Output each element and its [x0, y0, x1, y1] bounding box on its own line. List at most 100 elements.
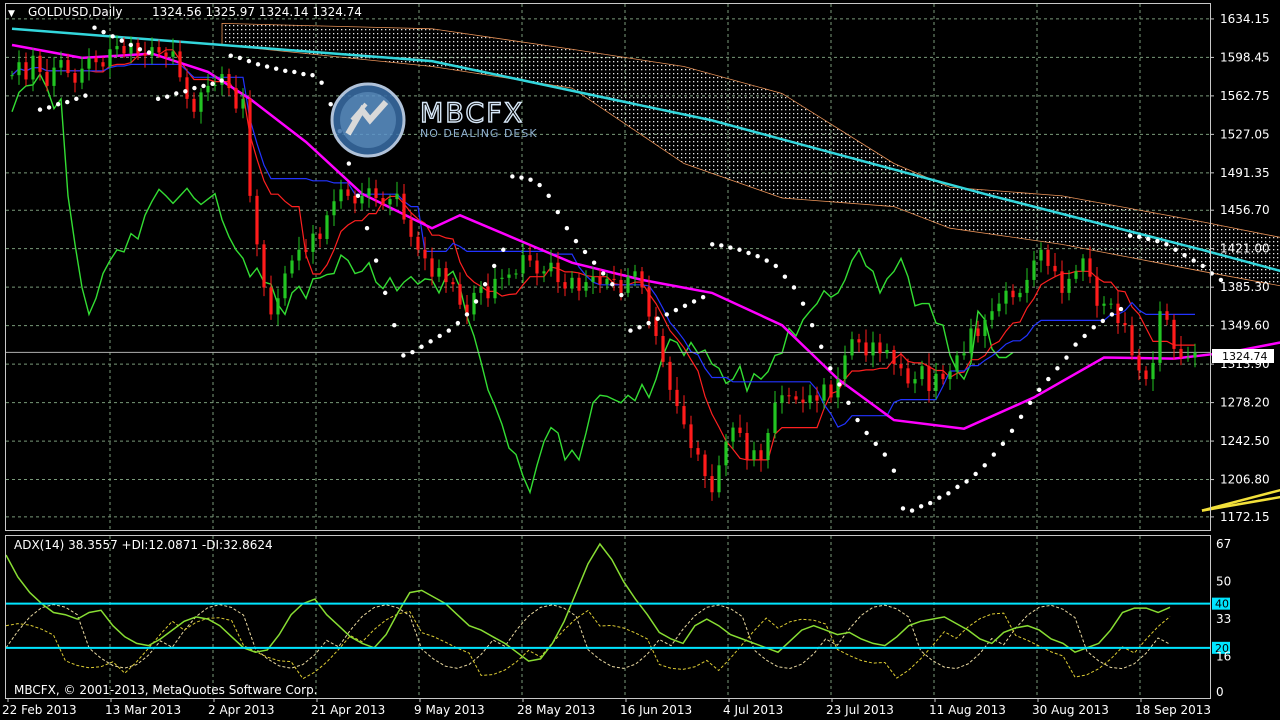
candle-body — [1116, 303, 1120, 324]
candle-body — [115, 46, 119, 50]
candle-body — [178, 51, 182, 78]
candle-body — [759, 450, 763, 460]
sar-dot — [1136, 234, 1142, 240]
watermark-tagline: NO DEALING DESK — [420, 127, 538, 140]
sar-dot — [37, 107, 43, 112]
candle-body — [290, 260, 294, 274]
candle-body — [1102, 303, 1106, 306]
sar-dot — [1073, 342, 1078, 347]
candle-body — [822, 384, 826, 401]
candle-body — [612, 278, 616, 280]
sar-dot — [764, 258, 769, 263]
candle-body — [780, 395, 784, 403]
candle-body — [773, 402, 777, 433]
candle-body — [1004, 290, 1008, 304]
candle-body — [199, 92, 203, 112]
candle-body — [647, 287, 651, 317]
candle-body — [374, 188, 378, 199]
candle-body — [52, 67, 56, 86]
sar-dot — [700, 294, 706, 300]
candle-body — [122, 46, 126, 54]
candle-body — [444, 268, 448, 283]
copyright-text: MBCFX, © 2001-2013, MetaQuotes Software … — [14, 683, 318, 697]
sar-dot — [1164, 242, 1169, 247]
time-tick-label: 16 Jun 2013 — [620, 703, 692, 717]
chart-symbol-arrow-icon[interactable]: ▼ — [8, 9, 15, 19]
candle-body — [752, 450, 756, 460]
sar-dot — [292, 69, 297, 75]
sar-dot — [573, 238, 579, 244]
sar-dot — [155, 96, 161, 102]
time-tick-label: 23 Jul 2013 — [826, 703, 894, 717]
adx-panel-frame — [5, 535, 1211, 699]
candle-body — [1151, 362, 1155, 380]
price-chart[interactable]: 4020 1634.15 1598.45 1562.75 1527.05 1491.35… — [0, 0, 1280, 720]
candle-body — [1172, 319, 1176, 349]
sar-dot — [146, 50, 152, 55]
sar-dot — [183, 89, 188, 94]
candle-body — [906, 368, 910, 384]
sar-dot — [237, 55, 243, 61]
candle-body — [864, 342, 868, 356]
sar-dot — [210, 81, 215, 86]
sar-dot — [846, 400, 851, 406]
candle-body — [360, 195, 364, 204]
time-tick-label: 4 Jul 2013 — [723, 703, 783, 717]
sar-dot — [501, 247, 506, 252]
sar-dot — [310, 72, 315, 78]
price-tick-label: 1634.15 — [1220, 12, 1270, 26]
sar-dot — [855, 417, 860, 423]
candle-body — [101, 62, 105, 67]
candle-body — [45, 71, 49, 86]
candle-body — [1186, 357, 1190, 359]
sar-dot — [83, 93, 88, 98]
candle-body — [367, 188, 371, 196]
candle-body — [598, 276, 602, 285]
sar-dot — [710, 242, 715, 247]
candle-body — [1060, 271, 1064, 293]
sar-dot — [491, 263, 497, 269]
candle-body — [59, 60, 63, 68]
sar-dot — [601, 271, 606, 276]
price-tick-label: 1385.30 — [1220, 280, 1270, 294]
candle-body — [997, 303, 1001, 312]
sar-dot — [1118, 306, 1124, 312]
candle-body — [941, 373, 945, 380]
candle-body — [787, 395, 791, 397]
candle-body — [472, 292, 476, 315]
candle-body — [878, 342, 882, 354]
candle-body — [171, 51, 175, 57]
sar-dot — [819, 344, 824, 349]
candle-body — [689, 424, 693, 449]
sar-dot — [1037, 387, 1042, 393]
sar-dot — [1082, 333, 1087, 339]
sar-dot — [982, 463, 987, 468]
sar-dot — [955, 484, 960, 490]
sar-dot — [891, 468, 897, 473]
candle-body — [24, 62, 28, 80]
sar-dot — [1109, 312, 1115, 317]
sar-dot — [991, 452, 997, 457]
kijun-line — [11, 63, 1195, 428]
sar-dot — [355, 193, 361, 199]
candle-body — [38, 55, 42, 72]
sar-dot — [637, 325, 642, 330]
candle-body — [1067, 278, 1071, 293]
candle-body — [1081, 258, 1085, 272]
sar-dot — [555, 209, 560, 215]
sar-dot — [1009, 428, 1015, 434]
sar-dot — [1127, 233, 1133, 238]
sar-dot — [519, 175, 524, 180]
candle-body — [514, 273, 518, 275]
candle-body — [325, 215, 329, 239]
candle-body — [346, 189, 350, 196]
chart-symbol-label: GOLDUSD,Daily — [28, 5, 123, 19]
sar-dot — [828, 366, 833, 371]
time-tick-label: 30 Aug 2013 — [1032, 703, 1109, 717]
sar-dot — [255, 62, 261, 67]
candle-body — [885, 349, 889, 354]
adx-title: ADX(14) 38.3557 +DI:12.0871 -DI:32.8624 — [14, 538, 273, 552]
sar-dot — [328, 102, 333, 107]
adx-tick-label: 67 — [1216, 537, 1231, 551]
candle-body — [640, 271, 644, 288]
